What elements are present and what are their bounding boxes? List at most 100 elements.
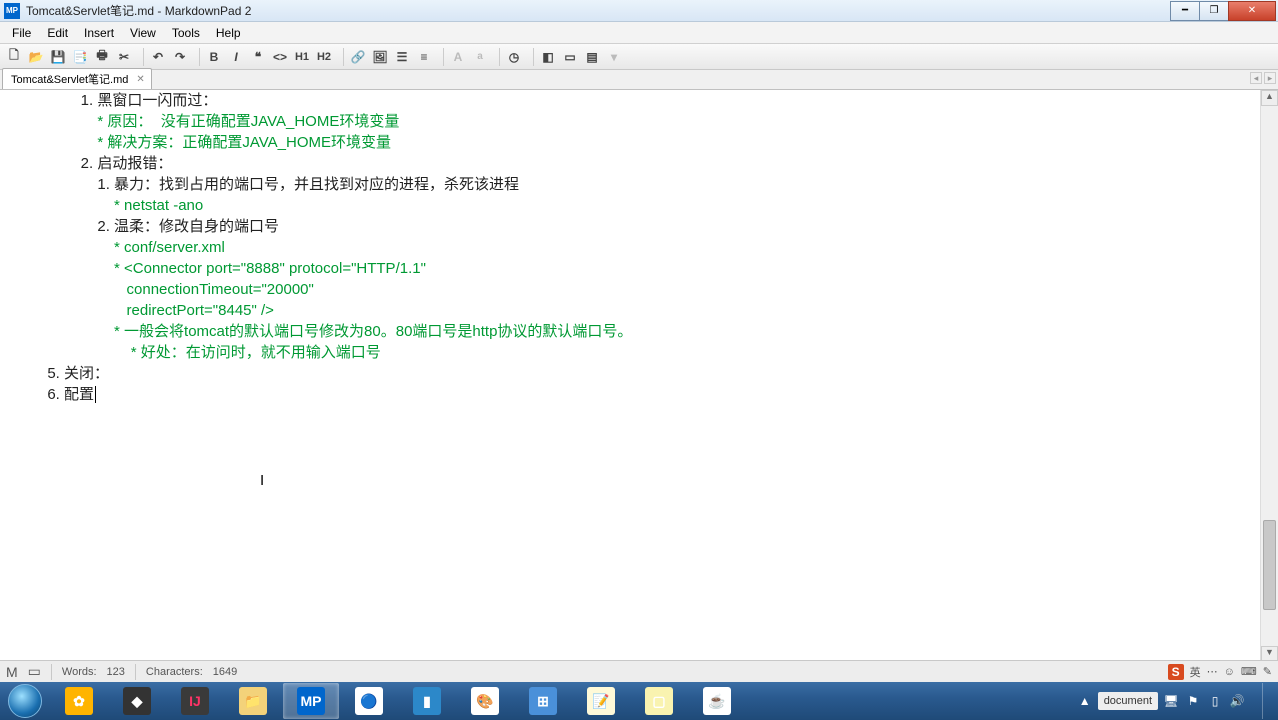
save-all-icon[interactable]: 📑 [70,47,90,67]
more-icon[interactable]: ▾ [604,47,624,67]
system-tray: ▲ document 🖥 ⚑ ▯ 🔊 [1076,682,1278,720]
taskbar-sticky[interactable]: ▢ [631,683,687,719]
toolbar-separator [438,48,444,66]
print-icon[interactable]: 🖶 [92,47,112,67]
editor-line: connectionTimeout="20000" [14,279,1258,300]
windows-logo-icon [8,684,42,718]
editor-line: 2. 温柔：修改自身的端口号 [14,216,1258,237]
tray-expand-icon[interactable]: ▲ [1076,694,1094,708]
taskbar-intellij[interactable]: IJ [167,683,223,719]
open-file-icon[interactable]: 📂 [26,47,46,67]
menu-edit[interactable]: Edit [39,24,76,42]
tray-hw-icon[interactable]: 🖥 [1162,694,1180,708]
tray-volume-icon[interactable]: 🔊 [1228,694,1246,708]
editor-line: 6. 配置 [14,384,1258,405]
ime-face-icon[interactable]: ☺ [1224,666,1235,678]
tabbar: Tomcat&Servlet笔记.md ✕ ◂ ▸ [0,70,1278,90]
menu-tools[interactable]: Tools [164,24,208,42]
window-controls: ━ ❐ ✕ [1171,1,1278,21]
h1-icon[interactable]: H1 [292,47,312,67]
status-right: S 英 ⋯ ☺ ⌨ ✎ [1168,664,1272,680]
menu-file[interactable]: File [4,24,39,42]
taskbar-paint[interactable]: 🎨 [457,683,513,719]
editor-line: * 一般会将tomcat的默认端口号修改为80。80端口号是http协议的默认端… [14,321,1258,342]
menubar: File Edit Insert View Tools Help [0,22,1278,44]
link-icon[interactable]: 🔗 [348,47,368,67]
taskbar-app-1[interactable]: ✿ [51,683,107,719]
maximize-button[interactable]: ❐ [1199,1,1229,21]
editor-line: 2. 启动报错： [14,153,1258,174]
cut-icon[interactable]: ✂ [114,47,134,67]
redo-icon[interactable]: ↷ [170,47,190,67]
italic-icon[interactable]: I [226,47,246,67]
toolbar-separator [194,48,200,66]
ime-lang[interactable]: 英 [1190,664,1201,680]
taskbar-markdownpad[interactable]: MP [283,683,339,719]
editor-area[interactable]: 1. 黑窗口一闪而过： * 原因： 没有正确配置JAVA_HOME环境变量 * … [0,90,1258,662]
file-tab[interactable]: Tomcat&Servlet笔记.md ✕ [2,68,152,89]
scroll-up-icon[interactable]: ▲ [1261,90,1278,106]
show-desktop-button[interactable] [1262,683,1272,719]
start-button[interactable] [0,682,50,720]
taskbar-notepad[interactable]: 📝 [573,683,629,719]
tray-flag-icon[interactable]: ⚑ [1184,694,1202,708]
taskbar-explorer[interactable]: 📁 [225,683,281,719]
taskbar: ✿ ◆ IJ 📁 MP 🔵 ▮ 🎨 ⊞ 📝 ▢ ☕ ▲ document 🖥 ⚑… [0,682,1278,720]
editor-line: 5. 关闭： [14,363,1258,384]
bold-icon[interactable]: B [204,47,224,67]
text-caret-icon: I [260,470,261,486]
statusbar: M ▭ Words: 123 Characters: 1649 S 英 ⋯ ☺ … [0,660,1278,682]
menu-insert[interactable]: Insert [76,24,122,42]
window-title: Tomcat&Servlet笔记.md - MarkdownPad 2 [26,2,1171,19]
word-count-label: Words: [62,666,97,678]
toolbar-separator [338,48,344,66]
tab-scroll-left-icon[interactable]: ◂ [1250,72,1262,84]
new-file-icon[interactable]: 🗋 [4,47,24,67]
editor-line: * 原因： 没有正确配置JAVA_HOME环境变量 [14,111,1258,132]
tab-close-icon[interactable]: ✕ [134,74,146,85]
undo-icon[interactable]: ↶ [148,47,168,67]
tab-scroll: ◂ ▸ [1250,72,1276,84]
quote-icon[interactable]: ❝ [248,47,268,67]
ime-keyboard-icon[interactable]: ⌨ [1241,665,1257,678]
editor-line: * 好处：在访问时，就不用输入端口号 [14,342,1258,363]
taskbar-java[interactable]: ☕ [689,683,745,719]
ol-icon[interactable]: ≡ [414,47,434,67]
taskbar-control[interactable]: ⊞ [515,683,571,719]
font-large-icon[interactable]: A [448,47,468,67]
code-icon[interactable]: <> [270,47,290,67]
editor-line: * netstat -ano [14,195,1258,216]
minimize-button[interactable]: ━ [1170,1,1200,21]
tray-network-icon[interactable]: ▯ [1206,694,1224,708]
tray-ime[interactable]: document [1098,692,1158,710]
toolbar: 🗋 📂 💾 📑 🖶 ✂ ↶ ↷ B I ❝ <> H1 H2 🔗 🖼 ☰ ≡ A… [0,44,1278,70]
font-small-icon[interactable]: a [470,47,490,67]
close-button[interactable]: ✕ [1228,1,1276,21]
tab-scroll-right-icon[interactable]: ▸ [1264,72,1276,84]
editor-line: 1. 黑窗口一闪而过： [14,90,1258,111]
editor-line: 1. 暴力：找到占用的端口号，并且找到对应的进程，杀死该进程 [14,174,1258,195]
taskbar-app-2[interactable]: ◆ [109,683,165,719]
ime-indicator-icon[interactable]: S [1168,664,1184,680]
titlebar: MP Tomcat&Servlet笔记.md - MarkdownPad 2 ━… [0,0,1278,22]
image-icon[interactable]: 🖼 [370,47,390,67]
taskbar-app-3[interactable]: ▮ [399,683,455,719]
scroll-thumb[interactable] [1263,520,1276,610]
h2-icon[interactable]: H2 [314,47,334,67]
vertical-scrollbar[interactable]: ▲ ▼ [1260,90,1278,662]
taskbar-chrome[interactable]: 🔵 [341,683,397,719]
markdown-icon: M [6,664,18,680]
timestamp-icon[interactable]: ◷ [504,47,524,67]
browser-icon[interactable]: ▤ [582,47,602,67]
save-icon[interactable]: 💾 [48,47,68,67]
toolbar-separator [494,48,500,66]
menu-help[interactable]: Help [208,24,249,42]
editor-line: * 解决方案：正确配置JAVA_HOME环境变量 [14,132,1258,153]
ime-opt-icon[interactable]: ⋯ [1207,665,1218,678]
export-icon[interactable]: ▭ [560,47,580,67]
preview-icon[interactable]: ◧ [538,47,558,67]
ul-icon[interactable]: ☰ [392,47,412,67]
ime-settings-icon[interactable]: ✎ [1263,665,1272,678]
menu-view[interactable]: View [122,24,164,42]
app-icon: MP [4,3,20,19]
